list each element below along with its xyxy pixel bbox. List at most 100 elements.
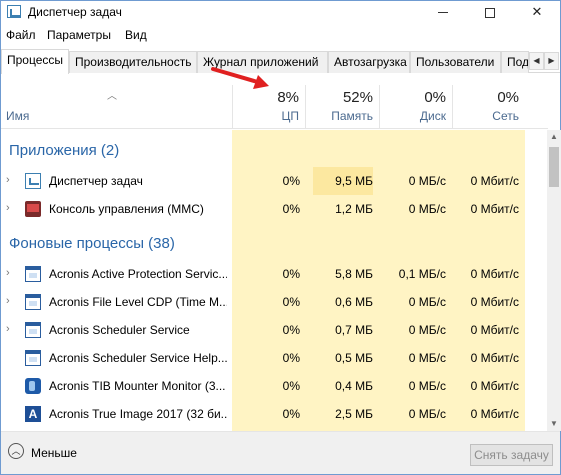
network-value: 0 Мбит/с xyxy=(470,174,519,188)
process-name: Acronis Active Protection Servic... xyxy=(49,267,227,281)
column-memory[interactable]: 52% Память xyxy=(305,85,379,128)
table-row[interactable]: A Acronis True Image 2017 (32 би... 0% 2… xyxy=(1,400,548,428)
task-manager-icon xyxy=(25,173,41,189)
network-value: 0 Мбит/с xyxy=(470,323,519,337)
process-name: Acronis Scheduler Service Help... xyxy=(49,351,227,365)
network-value: 0 Мбит/с xyxy=(470,267,519,281)
table-row[interactable]: Acronis TIB Mounter Monitor (3... 0% 0,4… xyxy=(1,372,548,400)
process-name: Acronis File Level CDP (Time M... xyxy=(49,295,227,309)
tab-users[interactable]: Пользователи xyxy=(410,51,501,73)
table-row[interactable]: › Диспетчер задач 0% 9,5 МБ 0 МБ/с 0 Мби… xyxy=(1,167,548,195)
memory-value: 0,6 МБ xyxy=(335,295,373,309)
disk-value: 0 МБ/с xyxy=(408,407,446,421)
sort-chevron-up-icon[interactable]: ︿ xyxy=(107,87,117,102)
close-icon: ✕ xyxy=(531,4,543,19)
service-window-icon xyxy=(25,294,41,310)
expand-chevron-icon[interactable]: › xyxy=(6,174,10,186)
chevron-left-icon: ◀ xyxy=(533,56,540,65)
tab-details[interactable]: Под xyxy=(501,51,529,73)
table-row[interactable]: › Acronis Scheduler Service 0% 0,7 МБ 0 … xyxy=(1,316,548,344)
disk-label: Диск xyxy=(419,109,446,123)
expand-chevron-icon[interactable]: › xyxy=(6,267,10,279)
minimize-button[interactable] xyxy=(420,1,466,23)
tab-processes[interactable]: Процессы xyxy=(1,49,69,74)
service-window-icon xyxy=(25,322,41,338)
column-disk[interactable]: 0% Диск xyxy=(379,85,452,128)
cpu-value: 0% xyxy=(282,267,300,281)
table-row[interactable]: Acronis Scheduler Service Help... 0% 0,5… xyxy=(1,344,548,372)
process-name: Диспетчер задач xyxy=(49,174,143,188)
process-name: Консоль управления (MMC) xyxy=(49,202,204,216)
table-row[interactable]: › Acronis File Level CDP (Time M... 0% 0… xyxy=(1,288,548,316)
menu-view[interactable]: Вид xyxy=(125,28,147,42)
expand-chevron-icon[interactable]: › xyxy=(6,202,10,214)
service-window-icon xyxy=(25,350,41,366)
footer-bar: ︿ Меньше Снять задачу xyxy=(1,431,560,474)
network-total: 0% xyxy=(497,89,519,106)
memory-value: 5,8 МБ xyxy=(335,267,373,281)
task-manager-window: Диспетчер задач ✕ Файл Параметры Вид Про… xyxy=(0,0,561,475)
maximize-button[interactable] xyxy=(467,1,513,23)
service-window-icon xyxy=(25,266,41,282)
close-button[interactable]: ✕ xyxy=(514,1,560,23)
memory-value: 1,2 МБ xyxy=(335,202,373,216)
disk-value: 0 МБ/с xyxy=(408,351,446,365)
group-header-background[interactable]: Фоновые процессы (38) xyxy=(1,229,548,257)
memory-value: 0,5 МБ xyxy=(335,351,373,365)
cpu-value: 0% xyxy=(282,202,300,216)
minimize-icon xyxy=(438,12,448,14)
disk-value: 0 МБ/с xyxy=(408,323,446,337)
network-value: 0 Мбит/с xyxy=(470,351,519,365)
vertical-scrollbar[interactable]: ▲ ▼ xyxy=(547,130,561,431)
cpu-label: ЦП xyxy=(281,109,299,123)
cpu-value: 0% xyxy=(282,174,300,188)
column-header: ︿ Имя 8% ЦП 52% Память 0% Диск 0% Сеть xyxy=(1,85,548,129)
disk-value: 0 МБ/с xyxy=(408,295,446,309)
table-row[interactable]: › Консоль управления (MMC) 0% 1,2 МБ 0 М… xyxy=(1,195,548,223)
memory-value: 2,5 МБ xyxy=(335,407,373,421)
column-name[interactable]: Имя xyxy=(6,109,29,123)
table-row[interactable]: › Acronis Active Protection Servic... 0%… xyxy=(1,260,548,288)
chevron-up-circle-icon[interactable]: ︿ xyxy=(8,443,24,459)
menu-bar: Файл Параметры Вид xyxy=(1,25,560,45)
network-value: 0 Мбит/с xyxy=(470,202,519,216)
process-name: Acronis TIB Mounter Monitor (3... xyxy=(49,379,226,393)
tab-performance[interactable]: Производительность xyxy=(69,51,197,73)
scroll-down-icon[interactable]: ▼ xyxy=(547,417,561,431)
tib-mounter-icon xyxy=(25,378,41,394)
disk-value: 0 МБ/с xyxy=(408,379,446,393)
task-manager-app-icon xyxy=(7,5,21,18)
title-bar: Диспетчер задач ✕ xyxy=(1,1,560,23)
column-network[interactable]: 0% Сеть xyxy=(452,85,525,128)
process-name: Acronis True Image 2017 (32 би... xyxy=(49,407,227,421)
network-value: 0 Мбит/с xyxy=(470,379,519,393)
menu-file[interactable]: Файл xyxy=(6,28,36,42)
process-name: Acronis Scheduler Service xyxy=(49,323,190,337)
scrollbar-thumb[interactable] xyxy=(549,147,559,187)
disk-value: 0 МБ/с xyxy=(408,174,446,188)
tab-startup[interactable]: Автозагрузка xyxy=(328,51,410,73)
end-task-button[interactable]: Снять задачу xyxy=(470,444,553,466)
cpu-value: 0% xyxy=(282,351,300,365)
cpu-value: 0% xyxy=(282,323,300,337)
menu-options[interactable]: Параметры xyxy=(47,28,111,42)
cpu-total: 8% xyxy=(277,89,299,106)
scroll-up-icon[interactable]: ▲ xyxy=(547,130,561,144)
tab-strip: Процессы Производительность Журнал прило… xyxy=(1,49,560,74)
memory-value: 0,7 МБ xyxy=(335,323,373,337)
group-title: Приложения (2) xyxy=(9,142,120,159)
expand-chevron-icon[interactable]: › xyxy=(6,323,10,335)
cpu-value: 0% xyxy=(282,407,300,421)
window-title: Диспетчер задач xyxy=(28,5,122,19)
fewer-details-link[interactable]: Меньше xyxy=(31,446,77,460)
tab-scroll-left-button[interactable]: ◀ xyxy=(529,52,544,70)
disk-value: 0,1 МБ/с xyxy=(398,267,446,281)
maximize-icon xyxy=(485,7,495,18)
expand-chevron-icon[interactable]: › xyxy=(6,295,10,307)
group-header-apps[interactable]: Приложения (2) xyxy=(1,136,548,164)
cpu-value: 0% xyxy=(282,295,300,309)
tab-scroll-right-button[interactable]: ▶ xyxy=(544,52,559,70)
memory-total: 52% xyxy=(342,89,373,106)
red-annotation-arrow-icon xyxy=(211,67,269,89)
cpu-value: 0% xyxy=(282,379,300,393)
